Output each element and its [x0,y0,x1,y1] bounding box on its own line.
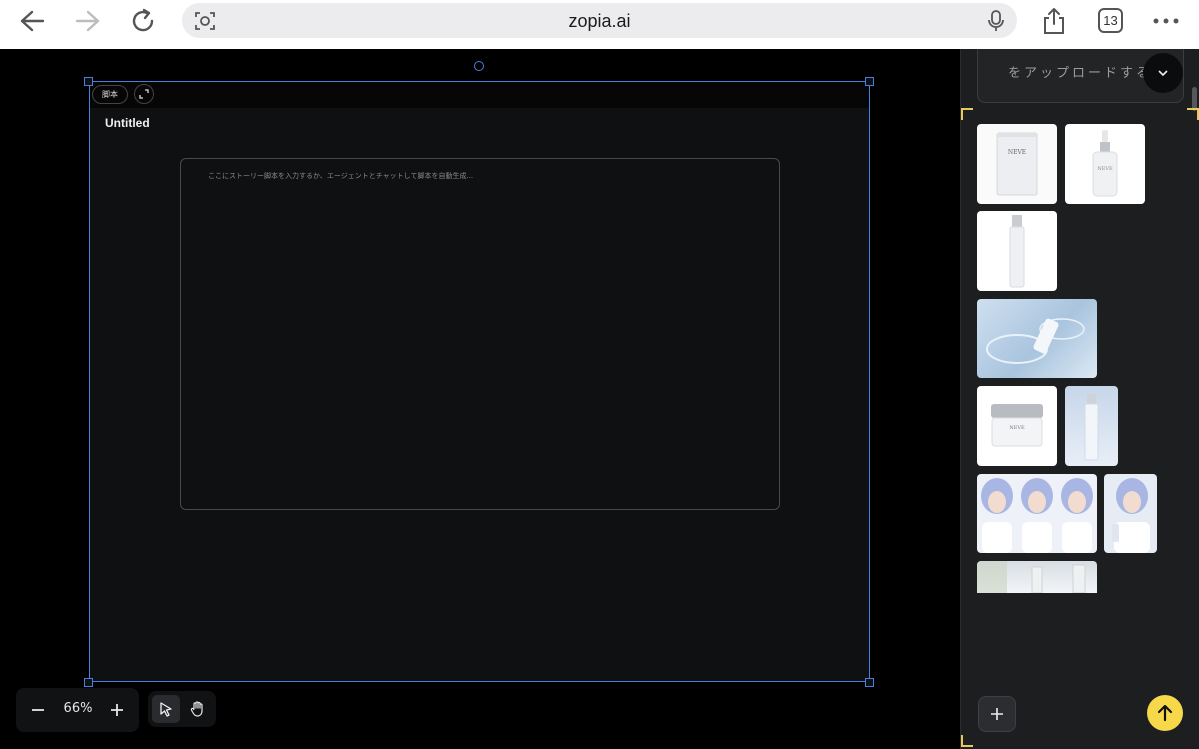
forward-arrow-icon[interactable] [69,6,107,36]
script-placeholder: ここにストーリー脚本を入力するか、エージェントとチャットして脚本を自動生成... [208,172,474,180]
canvas[interactable]: 脚本 Untitled ここにストーリー脚本を入力するか、エージェントとチャット… [0,49,960,749]
bottles-on-shelf-thumbnail[interactable] [977,561,1097,593]
hand-tool-icon[interactable] [184,695,212,723]
url-text[interactable]: zopia.ai [182,11,1017,32]
sachet-brand-label: NEVE [1008,149,1026,156]
tool-switcher [148,691,216,727]
rotate-handle[interactable] [474,61,484,71]
frame-type-badge[interactable]: 脚本 [92,85,128,104]
resize-handle-bottom-left[interactable] [84,678,93,687]
zoom-level: 66% [63,701,93,716]
tab-count-button[interactable]: 13 [1098,8,1123,33]
assets-panel: をアップロードする NEVE NEVE NEVE [960,49,1199,749]
jar-brand-label: NEVE [1009,425,1025,431]
address-bar[interactable]: zopia.ai [182,3,1017,38]
add-button[interactable] [978,696,1016,732]
zoom-control: 66% [16,688,139,732]
share-icon[interactable] [1035,6,1073,36]
frame-header: 脚本 [90,82,869,108]
selection-corner [961,735,973,747]
bottle-blue-backdrop-thumbnail[interactable] [1065,386,1118,466]
selection-corner [1187,108,1199,120]
zoom-in-button[interactable] [105,698,129,722]
dropper-brand-label: NEVE [1097,166,1113,172]
upload-menu-button[interactable] [1143,53,1183,93]
send-arrow-up-icon[interactable] [1147,695,1183,731]
reload-icon[interactable] [125,6,163,36]
script-frame[interactable]: 脚本 Untitled ここにストーリー脚本を入力するか、エージェントとチャット… [89,81,870,682]
selection-corner [961,108,973,120]
character-holding-bottle-thumbnail[interactable] [1104,474,1157,553]
resize-handle-top-right[interactable] [865,77,874,86]
neve-sachet-thumbnail[interactable]: NEVE [977,124,1057,204]
resize-handle-bottom-right[interactable] [865,678,874,687]
expand-icon[interactable] [134,84,154,104]
zoom-out-button[interactable] [26,698,50,722]
browser-toolbar: zopia.ai 13 [0,0,1199,49]
frame-title[interactable]: Untitled [105,116,150,130]
back-arrow-icon[interactable] [13,6,51,36]
neve-dropper-bottle-thumbnail[interactable]: NEVE [1065,124,1145,204]
neve-tall-bottle-thumbnail[interactable] [977,211,1057,291]
microphone-icon[interactable] [985,9,1007,33]
script-input[interactable]: ここにストーリー脚本を入力するか、エージェントとチャットして脚本を自動生成... [180,158,780,510]
more-options-icon[interactable] [1147,6,1185,36]
resize-handle-top-left[interactable] [84,77,93,86]
neve-cream-jar-thumbnail[interactable]: NEVE [977,386,1057,466]
character-three-views-thumbnail[interactable] [977,474,1097,553]
select-tool-icon[interactable] [152,695,180,723]
bottle-in-water-thumbnail[interactable] [977,299,1097,378]
